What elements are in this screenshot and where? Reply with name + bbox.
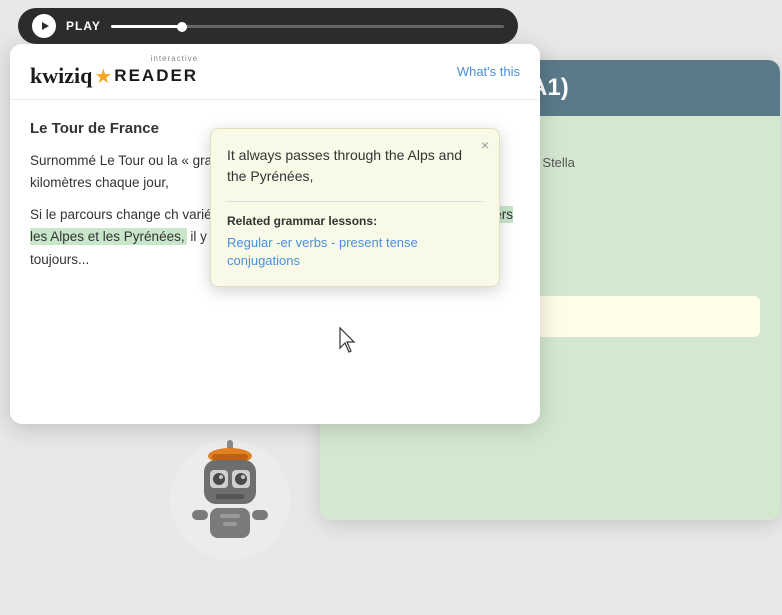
tooltip-grammar-label: Related grammar lessons:: [227, 214, 483, 228]
tooltip-close-button[interactable]: ×: [481, 137, 489, 153]
logo-interactive-text: interactive: [151, 54, 198, 63]
audio-bar: PLAY: [18, 8, 518, 44]
tooltip-divider: [227, 201, 483, 202]
audio-progress-fill: [111, 25, 182, 28]
reader-logo: interactive kwiziq ★ READER: [30, 54, 198, 89]
audio-progress[interactable]: [111, 25, 504, 28]
logo-kwiziq: kwiziq: [30, 63, 92, 89]
robot-svg: [160, 420, 300, 560]
logo-reader: READER: [114, 66, 198, 86]
logo-star-icon: ★: [94, 64, 112, 89]
audio-dot: [177, 22, 187, 32]
play-button[interactable]: [32, 14, 56, 38]
tooltip-translation: It always passes through the Alps and th…: [227, 145, 483, 187]
tooltip-grammar-link[interactable]: Regular -er verbs - present tense conjug…: [227, 234, 483, 270]
tooltip-popup: × It always passes through the Alps and …: [210, 128, 500, 287]
play-label: PLAY: [66, 19, 101, 33]
robot-mascot: [160, 420, 300, 565]
reader-header: interactive kwiziq ★ READER What's this: [10, 44, 540, 100]
whats-this-link[interactable]: What's this: [457, 64, 520, 79]
